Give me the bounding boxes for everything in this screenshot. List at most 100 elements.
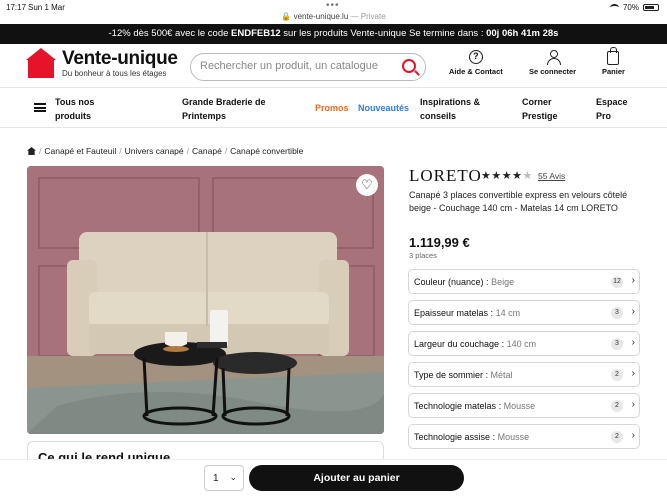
chevron-right-icon: ›: [631, 430, 635, 441]
option-label: Technologie assise: [414, 432, 491, 442]
more-dots-icon[interactable]: •••: [326, 0, 340, 11]
option-label: Type de sommier: [414, 370, 484, 380]
cart-label: Panier: [602, 67, 625, 76]
menu-icon[interactable]: [34, 103, 46, 112]
brand-name: Vente-unique: [62, 48, 178, 69]
promo-text-b: sur les produits Vente-unique Se termine…: [280, 28, 487, 39]
product-description: Canapé 3 places convertible express en v…: [409, 190, 628, 213]
nav-inspirations[interactable]: Inspirations & conseils: [420, 95, 480, 123]
status-bar: 17:17 Sun 1 Mar ••• 🔒 vente-unique.lu — …: [0, 0, 667, 24]
logo[interactable]: Vente-unique Du bonheur à tous les étage…: [26, 48, 178, 78]
option-label: Largeur du couchage: [414, 339, 500, 349]
heart-icon[interactable]: ♡: [356, 174, 378, 196]
product-image[interactable]: ♡: [27, 166, 384, 434]
option-largeur[interactable]: Largeur du couchage : 140 cm 3 ›: [408, 331, 640, 356]
chevron-right-icon: ›: [631, 399, 635, 410]
promo-code: ENDFEB12: [231, 28, 281, 39]
promo-timer: 00j 06h 41m 28s: [486, 28, 559, 39]
nav-espace-pro[interactable]: Espace Pro: [596, 95, 628, 123]
option-value: Beige: [491, 277, 515, 287]
main-nav: Tous nos produits Grande Braderie de Pri…: [0, 88, 667, 128]
reviews-link[interactable]: 55 Avis: [538, 171, 565, 181]
option-label: Epaisseur matelas: [414, 308, 489, 318]
sticky-cart-bar: 1 ⌄ Ajouter au panier: [0, 459, 667, 500]
quantity-select[interactable]: 1 ⌄: [204, 465, 244, 491]
nav-all-products[interactable]: Tous nos produits: [55, 95, 94, 123]
crumb-link[interactable]: Univers canapé: [125, 146, 184, 156]
crumb-link[interactable]: Canapé et Fauteuil: [44, 146, 116, 156]
option-value: Métal: [490, 370, 513, 380]
option-label: Couleur (nuance): [414, 277, 484, 287]
chevron-right-icon: ›: [631, 337, 635, 348]
option-count: 2: [611, 369, 623, 381]
cart-button[interactable]: Panier: [602, 47, 625, 76]
question-icon: ?: [468, 50, 483, 64]
home-icon[interactable]: [27, 147, 36, 155]
search-box[interactable]: [190, 53, 426, 81]
nav-promos[interactable]: Promos: [315, 101, 349, 115]
option-count: 2: [611, 431, 623, 443]
search-icon[interactable]: [402, 59, 416, 73]
product-places: 3 places: [409, 251, 437, 260]
nav-pro-line2: Pro: [596, 111, 612, 121]
option-value: Mousse: [503, 401, 536, 411]
lock-icon: 🔒: [281, 12, 292, 21]
help-contact-button[interactable]: ? Aide & Contact: [449, 50, 503, 76]
wifi-icon: [609, 4, 619, 11]
battery-icon: [643, 4, 659, 11]
nav-braderie-line1: Grande Braderie de: [182, 97, 266, 107]
nav-nouveautes[interactable]: Nouveautés: [358, 101, 409, 115]
nav-inspirations-line1: Inspirations &: [420, 97, 481, 107]
option-value: 14 cm: [495, 308, 521, 318]
option-label: Technologie matelas: [414, 401, 497, 411]
promo-banner[interactable]: -12% dès 500€ avec le code ENDFEB12 sur …: [0, 24, 667, 44]
option-count: 2: [611, 400, 623, 412]
chevron-right-icon: ›: [631, 306, 635, 317]
house-logo-icon: [26, 48, 56, 78]
nav-pro-line1: Espace: [596, 97, 628, 107]
status-date: Sun 1 Mar: [28, 3, 65, 12]
star-empty-icon: ★: [522, 170, 533, 182]
option-count: 3: [611, 307, 623, 319]
crumb-link[interactable]: Canapé convertible: [230, 146, 303, 156]
search-input[interactable]: [200, 60, 390, 72]
option-tech-matelas[interactable]: Technologie matelas : Mousse 2 ›: [408, 393, 640, 418]
option-couleur[interactable]: Couleur (nuance) : Beige 12 ›: [408, 269, 640, 294]
login-button[interactable]: Se connecter: [529, 50, 576, 76]
site-header: Vente-unique Du bonheur à tous les étage…: [0, 44, 667, 88]
shopping-bag-icon: [607, 47, 620, 65]
private-label: — Private: [350, 12, 386, 21]
option-count: 3: [611, 338, 623, 350]
login-label: Se connecter: [529, 67, 577, 76]
nav-all-line1: Tous nos: [55, 97, 95, 107]
rating-stars: ★★★★★: [481, 169, 533, 182]
user-icon: [546, 50, 561, 65]
add-to-cart-button[interactable]: Ajouter au panier: [249, 465, 464, 491]
option-value: 140 cm: [506, 339, 537, 349]
nav-braderie[interactable]: Grande Braderie de Printemps: [182, 95, 266, 123]
crumb-link[interactable]: Canapé: [192, 146, 222, 156]
quantity-value: 1: [213, 473, 219, 484]
product-title: LORETO: [409, 166, 482, 185]
nav-all-line2: produits: [55, 111, 91, 121]
brand-tagline: Du bonheur à tous les étages: [62, 69, 167, 78]
address-url: vente-unique.lu: [293, 12, 349, 21]
option-tech-assise[interactable]: Technologie assise : Mousse 2 ›: [408, 424, 640, 449]
option-value: Mousse: [497, 432, 530, 442]
nav-corner-line1: Corner: [522, 97, 552, 107]
breadcrumb: / Canapé et Fauteuil / Univers canapé / Canap…: [27, 146, 303, 156]
nav-corner-line2: Prestige: [522, 111, 558, 121]
product-price: 1.119,99 €: [409, 235, 470, 250]
promo-text-a: -12% dès 500€ avec le code: [108, 28, 232, 39]
nav-braderie-line2: Printemps: [182, 111, 227, 121]
nav-inspirations-line2: conseils: [420, 111, 457, 121]
option-epaisseur[interactable]: Epaisseur matelas : 14 cm 3 ›: [408, 300, 640, 325]
chevron-down-icon: ⌄: [229, 472, 237, 482]
nav-corner-prestige[interactable]: Corner Prestige: [522, 95, 558, 123]
chevron-right-icon: ›: [631, 275, 635, 286]
star-icon: ★★★★: [481, 170, 523, 182]
help-label: Aide & Contact: [449, 67, 503, 76]
address-bar[interactable]: 🔒 vente-unique.lu — Private: [0, 12, 667, 21]
option-sommier[interactable]: Type de sommier : Métal 2 ›: [408, 362, 640, 387]
chevron-right-icon: ›: [631, 368, 635, 379]
